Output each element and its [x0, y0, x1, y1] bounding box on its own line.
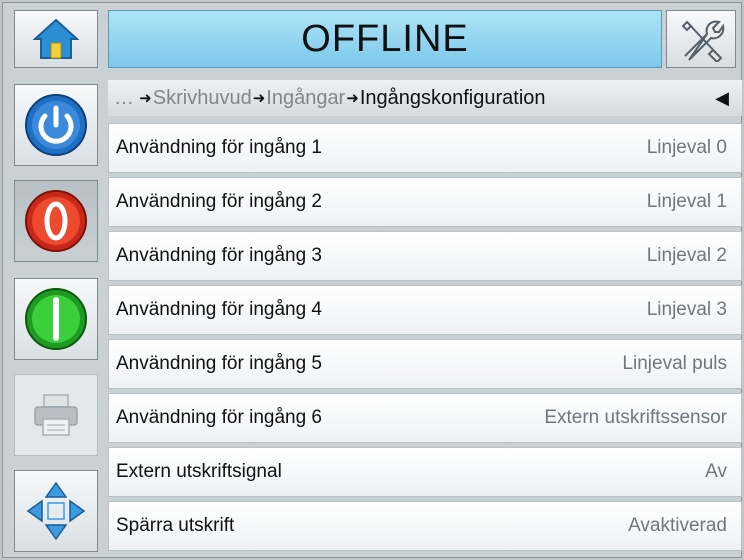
breadcrumb-item-skrivhuvud[interactable]: Skrivhuvud	[153, 87, 252, 110]
list-item-label: Användning för ingång 4	[116, 299, 322, 320]
list-item[interactable]: Användning för ingång 6 Extern utskrifts…	[108, 393, 742, 443]
list-item-value: Av	[705, 461, 727, 482]
breadcrumb-item-ingangar[interactable]: Ingångar	[266, 87, 345, 110]
arrows-icon	[26, 481, 86, 541]
list-item[interactable]: Användning för ingång 1 Linjeval 0	[108, 123, 742, 173]
list-item-value: Linjeval 3	[646, 299, 727, 320]
breadcrumb-item-current: Ingångskonfiguration	[359, 86, 546, 109]
tools-icon	[681, 20, 725, 62]
list-item-label: Användning för ingång 2	[116, 191, 322, 212]
list-item[interactable]: Användning för ingång 5 Linjeval puls	[108, 339, 742, 389]
list-item[interactable]: Användning för ingång 3 Linjeval 2	[108, 231, 742, 281]
list-item[interactable]: Extern utskriftsignal Av	[108, 447, 742, 497]
navigate-button[interactable]	[14, 470, 98, 552]
power-button[interactable]	[14, 84, 98, 166]
power-icon	[25, 94, 87, 156]
start-icon	[25, 288, 87, 350]
stop-button[interactable]	[14, 180, 98, 262]
list-item[interactable]: Spärra utskrift Avaktiverad	[108, 501, 742, 551]
list-item-value: Avaktiverad	[628, 515, 727, 536]
tools-button[interactable]	[666, 10, 736, 68]
list-item[interactable]: Användning för ingång 4 Linjeval 3	[108, 285, 742, 335]
breadcrumb-separator-icon: ➜	[135, 90, 152, 107]
list-item-value: Linjeval 2	[646, 245, 727, 266]
list-item[interactable]: Användning för ingång 2 Linjeval 1	[108, 177, 742, 227]
list-item-value: Extern utskriftssensor	[544, 407, 727, 428]
breadcrumb-separator-icon: ➜	[252, 90, 266, 107]
start-button[interactable]	[14, 278, 98, 360]
breadcrumb: … ➜ Skrivhuvud ➜ Ingångar ➜ Ingångskonfi…	[108, 80, 742, 116]
list-item-label: Användning för ingång 1	[116, 137, 322, 158]
back-arrow-icon[interactable]: ◀	[708, 80, 736, 116]
list-item-label: Användning för ingång 5	[116, 353, 322, 374]
breadcrumb-separator-icon: ➜	[346, 90, 359, 107]
home-button[interactable]	[14, 10, 98, 68]
breadcrumb-ellipsis[interactable]: …	[114, 87, 134, 110]
list-item-value: Linjeval puls	[622, 353, 727, 374]
print-button[interactable]	[14, 374, 98, 456]
stop-icon	[25, 190, 87, 252]
status-banner: OFFLINE	[108, 10, 662, 68]
list-item-label: Användning för ingång 6	[116, 407, 322, 428]
list-item-value: Linjeval 0	[646, 137, 727, 158]
list-item-label: Användning för ingång 3	[116, 245, 322, 266]
list-item-value: Linjeval 1	[646, 191, 727, 212]
list-item-label: Extern utskriftsignal	[116, 461, 282, 482]
list-item-label: Spärra utskrift	[116, 515, 235, 536]
printer-icon	[34, 394, 78, 436]
home-icon	[33, 18, 79, 59]
